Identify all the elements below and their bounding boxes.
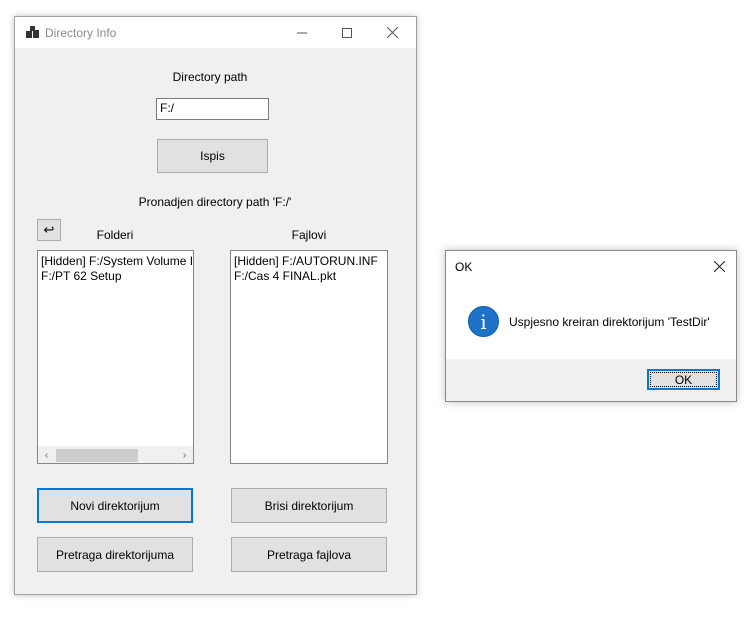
scrollbar-thumb[interactable] [56, 449, 138, 462]
directory-info-window: Directory Info Directory path F:/ Ispis … [14, 16, 417, 595]
close-icon [386, 27, 398, 38]
maximize-button[interactable] [325, 17, 369, 48]
horizontal-scrollbar[interactable]: ‹ › [38, 446, 193, 463]
folders-label: Folderi [96, 228, 134, 242]
path-input[interactable]: F:/ [156, 98, 269, 120]
dialog-close-button[interactable] [708, 255, 730, 277]
ok-button[interactable]: OK [647, 369, 720, 390]
back-button[interactable]: ↩ [37, 219, 61, 241]
app-icon [26, 26, 39, 39]
maximize-icon [342, 27, 352, 38]
back-arrow-icon: ↩ [43, 222, 55, 237]
directory-path-label: Directory path [172, 70, 248, 84]
minimize-button[interactable] [280, 17, 324, 48]
file-item[interactable]: [Hidden] F:/AUTORUN.INF [231, 254, 387, 269]
dialog-message: Uspjesno kreiran direktorijum 'TestDir' [509, 315, 710, 329]
message-dialog: OK i Uspjesno kreiran direktorijum 'Test… [445, 250, 737, 402]
scroll-right-icon[interactable]: › [176, 447, 193, 463]
search-files-button[interactable]: Pretraga fajlova [231, 537, 387, 572]
window-title: Directory Info [45, 26, 117, 40]
delete-directory-button[interactable]: Brisi direktorijum [231, 488, 387, 523]
information-icon: i [468, 306, 499, 337]
close-button[interactable] [370, 17, 414, 48]
files-listbox[interactable]: [Hidden] F:/AUTORUN.INF F:/Cas 4 FINAL.p… [230, 250, 388, 464]
ispis-button[interactable]: Ispis [157, 139, 268, 173]
minimize-icon [297, 32, 307, 33]
found-path-label: Pronadjen directory path 'F:/' [138, 195, 292, 209]
file-item[interactable]: F:/Cas 4 FINAL.pkt [231, 269, 387, 284]
dialog-title: OK [455, 260, 473, 274]
files-label: Fajlovi [291, 228, 327, 242]
search-directories-button[interactable]: Pretraga direktorijuma [37, 537, 193, 572]
folders-listbox[interactable]: [Hidden] F:/System Volume Information F:… [37, 250, 194, 464]
folder-item[interactable]: [Hidden] F:/System Volume Information [38, 254, 193, 269]
folder-item[interactable]: F:/PT 62 Setup [38, 269, 193, 284]
scroll-left-icon[interactable]: ‹ [38, 447, 55, 463]
close-icon [713, 260, 725, 272]
title-bar[interactable]: Directory Info [15, 17, 416, 48]
dialog-footer: OK [446, 359, 736, 401]
new-directory-button[interactable]: Novi direktorijum [37, 488, 193, 523]
